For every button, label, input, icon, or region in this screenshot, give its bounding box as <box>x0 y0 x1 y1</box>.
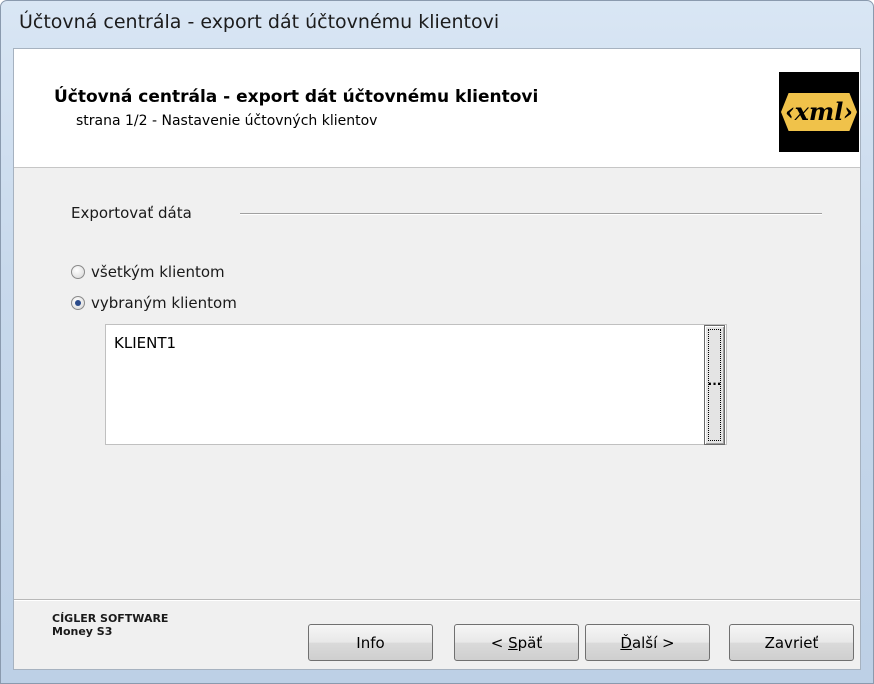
wizard-subtitle: strana 1/2 - Nastavenie účtovných klient… <box>76 113 378 129</box>
info-button[interactable]: Info <box>308 624 433 661</box>
close-button[interactable]: Zavrieť <box>729 624 854 661</box>
selected-clients-list[interactable]: KLIENT1 <box>105 324 727 445</box>
radio-selected-clients-label[interactable]: vybraným klientom <box>91 294 237 312</box>
export-group-label: Exportovať dáta <box>71 204 192 222</box>
wizard-header: Účtovná centrála - export dát účtovnému … <box>14 49 860 168</box>
radio-all-clients-icon[interactable] <box>71 265 85 279</box>
back-mnemonic: S <box>508 634 518 652</box>
footer-divider <box>14 599 860 601</box>
next-rest: alší > <box>631 634 675 652</box>
wizard-title: Účtovná centrála - export dát účtovnému … <box>54 87 539 107</box>
export-dialog-window: Účtovná centrála - export dát účtovnému … <box>0 0 874 684</box>
next-mnemonic: Ď <box>620 634 632 652</box>
window-title: Účtovná centrála - export dát účtovnému … <box>19 11 500 33</box>
xml-logo-icon: ‹xml› <box>779 72 859 152</box>
brand-company: CÍGLER SOFTWARE <box>52 612 169 625</box>
browse-clients-button[interactable]: ... <box>704 325 725 445</box>
brand-product: Money S3 <box>52 625 113 638</box>
next-button[interactable]: Ďalší > <box>585 624 710 661</box>
back-button[interactable]: < Späť <box>454 624 579 661</box>
ellipsis-icon: ... <box>707 374 722 388</box>
dialog-client-area: Účtovná centrála - export dát účtovnému … <box>13 48 861 670</box>
group-divider <box>240 213 822 215</box>
list-item[interactable]: KLIENT1 <box>114 334 176 352</box>
back-rest: päť <box>517 634 543 652</box>
radio-all-clients[interactable]: všetkým klientom <box>71 262 225 282</box>
radio-all-clients-label[interactable]: všetkým klientom <box>91 263 225 281</box>
title-bar[interactable]: Účtovná centrála - export dát účtovnému … <box>1 1 873 45</box>
radio-selected-clients-icon[interactable] <box>71 296 85 310</box>
back-prefix: < <box>490 634 509 652</box>
xml-logo-text: ‹xml› <box>781 93 857 131</box>
radio-selected-clients[interactable]: vybraným klientom <box>71 293 237 313</box>
